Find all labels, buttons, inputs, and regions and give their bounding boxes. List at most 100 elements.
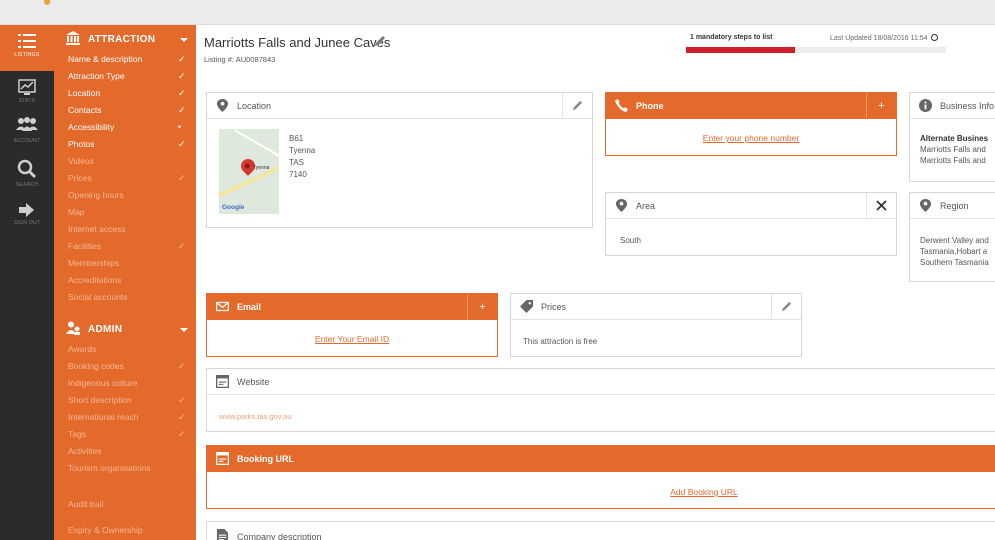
check-icon: ✓ [178, 88, 186, 98]
check-icon: ✓ [178, 105, 186, 115]
close-icon [876, 200, 887, 211]
enter-email-link[interactable]: Enter Your Email ID [207, 334, 497, 344]
rail-listings[interactable]: LISTINGS [0, 25, 54, 71]
rail-label: LISTINGS [14, 52, 40, 58]
enter-phone-link[interactable]: Enter your phone number [606, 133, 896, 143]
booking-icon [216, 452, 229, 465]
rail-label: ACCOUNT [13, 138, 41, 144]
card-header: Phone + [606, 93, 896, 119]
company-description-card: Company description [206, 521, 995, 540]
rail-account[interactable]: ACCOUNT [0, 113, 54, 153]
menu-item-short-description[interactable]: Short description ✓ [68, 393, 194, 408]
check-icon: ✓ [178, 241, 186, 251]
menu-item-tags[interactable]: Tags ✓ [68, 427, 194, 442]
region-line: Tasmania,Hobart a [920, 247, 988, 256]
check-icon: ✓ [178, 412, 186, 422]
menu-item-label: Opening hours [68, 190, 124, 200]
icon-rail: LISTINGS STATS ACCOUNT SEARCH SIGN OUT [0, 25, 54, 540]
logo [44, 0, 50, 5]
dot-icon: • [178, 122, 182, 132]
email-card: Email + Enter Your Email ID [206, 293, 498, 357]
rail-search[interactable]: SEARCH [0, 157, 54, 197]
edit-title-pencil-icon[interactable] [374, 35, 386, 47]
attraction-section-header[interactable]: ATTRACTION [54, 29, 196, 51]
business-line: Marriotts Falls and [920, 145, 986, 154]
edit-location-button[interactable] [562, 93, 592, 119]
menu-item-contacts[interactable]: Contacts ✓ [68, 103, 194, 118]
chevron-down-icon [180, 328, 188, 332]
map-pin-icon [216, 99, 229, 112]
area-value: South [620, 236, 641, 245]
add-email-button[interactable]: + [467, 294, 497, 320]
menu-item-international-reach[interactable]: International reach ✓ [68, 410, 194, 425]
info-icon [919, 99, 932, 112]
menu-item-awards[interactable]: Awards [68, 342, 194, 357]
menu-item-tourism-organisations[interactable]: Tourism organisations [68, 461, 194, 476]
menu-item-label: Activities [68, 446, 102, 456]
location-map[interactable]: Tyenna Google [219, 129, 279, 214]
clock-icon [930, 34, 938, 41]
menu-item-photos[interactable]: Photos ✓ [68, 137, 194, 152]
location-address: B61 Tyenna TAS 7140 [289, 134, 316, 179]
prices-card: Prices This attraction is free [510, 293, 802, 357]
menu-item-accreditations[interactable]: Accreditations [68, 273, 194, 288]
menu-item-name-description[interactable]: Name & description ✓ [68, 52, 194, 67]
google-logo: Google [222, 204, 245, 211]
menu-item-facilities[interactable]: Facilities ✓ [68, 239, 194, 254]
edit-prices-button[interactable] [771, 294, 801, 320]
page-title: Marriotts Falls and Junee Caves [204, 35, 391, 50]
add-booking-url-link[interactable]: Add Booking URL [207, 487, 995, 497]
card-header: Website [207, 369, 995, 395]
menu-item-prices[interactable]: Prices ✓ [68, 171, 194, 186]
menu-item-label: Attraction Type [68, 71, 125, 81]
card-header: Location [207, 93, 592, 119]
website-icon [216, 375, 229, 388]
location-card: Location Tyenna Google B61 Tyenna TAS 71… [206, 92, 593, 228]
menu-item-label: Indigenous culture [68, 378, 138, 388]
check-icon: ✓ [178, 71, 186, 81]
check-icon: ✓ [178, 54, 186, 64]
menu-item-indigenous-culture[interactable]: Indigenous culture [68, 376, 194, 391]
menu-item-label: Awards [68, 344, 97, 354]
card-header: Business Info [910, 93, 995, 119]
listing-progress-bar [686, 47, 946, 53]
menu-item-accessibility[interactable]: Accessibility • [68, 120, 194, 135]
menu-item-label: Memberships [68, 258, 120, 268]
menu-item-videos[interactable]: Videos [68, 154, 194, 169]
menu-item-expiry-ownership[interactable]: Expiry & Ownership [68, 523, 194, 538]
rail-sign-out[interactable]: SIGN OUT [0, 201, 54, 241]
add-phone-button[interactable]: + [866, 93, 896, 119]
menu-item-label: Map [68, 207, 85, 217]
region-line: Southern Tasmania [920, 258, 989, 267]
phone-icon [615, 99, 628, 112]
website-url[interactable]: www.parks.tas.gov.au [219, 411, 291, 422]
menu-item-label: Social accounts [68, 292, 128, 302]
check-icon: ✓ [178, 395, 186, 405]
menu-item-map[interactable]: Map [68, 205, 194, 220]
chart-icon [18, 79, 36, 95]
menu-item-social-accounts[interactable]: Social accounts [68, 290, 194, 305]
menu-item-opening-hours[interactable]: Opening hours [68, 188, 194, 203]
last-updated: Last Updated 18/08/2016 11:54 [830, 34, 938, 42]
map-pin-icon [615, 199, 628, 212]
rail-label: STATS [18, 98, 36, 104]
menu-item-internet-access[interactable]: Internet access [68, 222, 194, 237]
listing-number: Listing #: AU0087843 [204, 55, 276, 64]
menu-item-location[interactable]: Location ✓ [68, 86, 194, 101]
menu-item-label: Internet access [68, 224, 126, 234]
region-line: Derwent Valley and [920, 236, 989, 245]
rail-label: SIGN OUT [13, 220, 41, 226]
rail-stats[interactable]: STATS [0, 73, 54, 113]
business-info-card: Business Info Alternate Busines Marriott… [909, 92, 995, 182]
menu-item-activities[interactable]: Activities [68, 444, 194, 459]
pencil-icon [781, 301, 792, 312]
menu-item-label: Videos [68, 156, 94, 166]
menu-item-memberships[interactable]: Memberships [68, 256, 194, 271]
menu-item-audit-trail[interactable]: Audit trail [68, 497, 194, 512]
card-header: Prices [511, 294, 801, 320]
remove-area-button[interactable] [866, 193, 896, 219]
menu-item-booking-codes[interactable]: Booking codes ✓ [68, 359, 194, 374]
admin-section-header[interactable]: ADMIN [54, 319, 196, 341]
menu-item-attraction-type[interactable]: Attraction Type ✓ [68, 69, 194, 84]
area-card: Area South [605, 192, 897, 256]
